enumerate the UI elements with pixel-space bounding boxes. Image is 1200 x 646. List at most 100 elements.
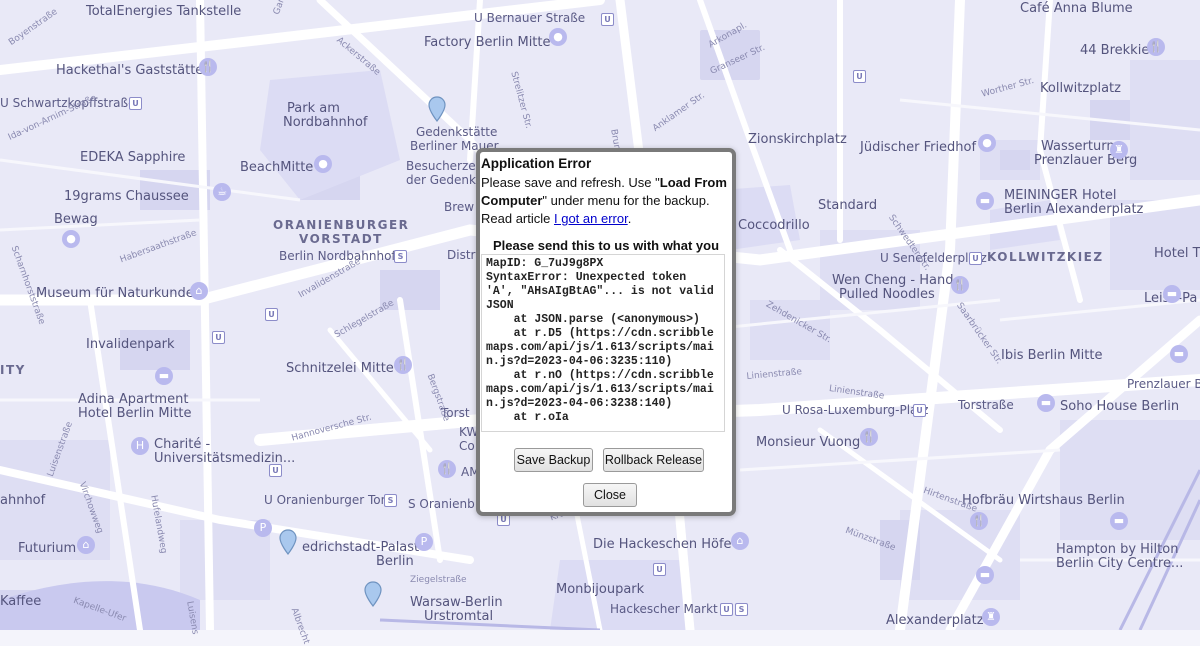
map-label[interactable]: Hampton by Hilton (1056, 543, 1178, 557)
hotel-icon[interactable]: ▬ (976, 192, 994, 210)
place-icon[interactable]: ● (978, 134, 996, 152)
museum-icon[interactable]: ⌂ (77, 536, 95, 554)
restaurant-icon[interactable]: 🍴 (438, 460, 456, 478)
ubahn-station-icon[interactable]: U (720, 603, 733, 616)
hotel-icon[interactable]: ▬ (1110, 512, 1128, 530)
article-link[interactable]: I got an error (554, 211, 628, 226)
map-label[interactable]: Warsaw-Berlin (410, 596, 503, 610)
restaurant-icon[interactable]: 🍴 (1147, 38, 1165, 56)
map-label[interactable]: Berlin Nordbahnhof (279, 249, 396, 263)
hotel-icon[interactable]: ▬ (976, 566, 994, 584)
map-label[interactable]: Museum für Naturkunde (36, 287, 194, 301)
ubahn-station-icon[interactable]: U (265, 308, 278, 321)
map-label[interactable]: EDEKA Sapphire (80, 151, 185, 165)
close-button[interactable]: Close (583, 483, 637, 507)
map-label[interactable]: ORANIENBURGER (273, 218, 409, 232)
map-label[interactable]: Brew (444, 200, 474, 214)
map-label[interactable]: Gedenkstätte (416, 125, 497, 139)
map-label[interactable]: Alexanderplatz (886, 614, 984, 628)
map-pin-icon[interactable] (428, 96, 446, 122)
restaurant-icon[interactable]: 🍴 (951, 276, 969, 294)
map-label[interactable]: Wasserturm (1041, 140, 1119, 154)
map-label[interactable]: 19grams Chaussee (64, 190, 189, 204)
map-pin-icon[interactable] (279, 529, 297, 555)
ubahn-station-icon[interactable]: S (735, 603, 748, 616)
ubahn-station-icon[interactable]: U (269, 464, 282, 477)
map-label[interactable]: edrichstadt-Palast (302, 541, 419, 555)
map-label[interactable]: Besucherze (406, 159, 476, 173)
ubahn-station-icon[interactable]: U (969, 252, 982, 265)
ubahn-station-icon[interactable]: S (394, 250, 407, 263)
map-label[interactable]: Park am (287, 102, 340, 116)
map-label[interactable]: Nordbahnhof (283, 116, 368, 130)
map-label[interactable]: Invalidenpark (86, 338, 175, 352)
museum-icon[interactable]: ⌂ (190, 282, 208, 300)
parking-icon[interactable]: P (254, 519, 272, 537)
map-label[interactable]: Kaffee (0, 595, 41, 609)
map-label[interactable]: U Oranienburger Tor (264, 493, 386, 507)
hotel-icon[interactable]: ▬ (1037, 394, 1055, 412)
place-icon[interactable]: ● (549, 28, 567, 46)
map-label[interactable]: Urstromtal (424, 610, 493, 624)
map-label[interactable]: Prenzlauer Berg (1127, 377, 1200, 391)
map-label[interactable]: U Rosa-Luxemburg-Platz (782, 403, 928, 417)
map-label[interactable]: Adina Apartment (78, 393, 188, 407)
hospital-icon[interactable]: H (131, 437, 149, 455)
map-label[interactable]: Co (459, 439, 475, 453)
map-label[interactable]: Kollwitzplatz (1040, 82, 1121, 96)
map-label[interactable]: Bewag (54, 213, 98, 227)
map-label[interactable]: Coccodrillo (738, 219, 810, 233)
map-label[interactable]: Soho House Berlin (1060, 400, 1179, 414)
hotel-icon[interactable]: ▬ (1170, 345, 1188, 363)
map-label[interactable]: Schnitzelei Mitte (286, 362, 394, 376)
ubahn-station-icon[interactable]: U (601, 13, 614, 26)
map-label[interactable]: 44 Brekkie (1080, 44, 1149, 58)
map-label[interactable]: Berlin Alexanderplatz (1004, 203, 1143, 217)
map-label[interactable]: Charité - (154, 438, 210, 452)
ubahn-station-icon[interactable]: U (212, 331, 225, 344)
parking-icon[interactable]: P (415, 533, 433, 551)
map-label[interactable]: Hackethal's Gaststätte (56, 64, 203, 78)
map-label[interactable]: Berlin (376, 555, 414, 569)
map-label[interactable]: Ibis Berlin Mitte (1001, 349, 1102, 363)
map-label[interactable]: Hotel Berlin Mitte (78, 407, 191, 421)
map-label[interactable]: Torstraße (958, 398, 1014, 412)
map-label[interactable]: Berlin City Centre... (1056, 557, 1183, 571)
map-pin-icon[interactable] (364, 581, 382, 607)
map-label[interactable]: S Oranienb (408, 497, 475, 511)
landmark-icon[interactable]: ⌂ (731, 532, 749, 550)
ubahn-station-icon[interactable]: U (913, 404, 926, 417)
map-label[interactable]: Monbijoupark (556, 583, 644, 597)
map-label[interactable]: MEININGER Hotel (1004, 189, 1116, 203)
restaurant-icon[interactable]: 🍴 (970, 512, 988, 530)
map-label[interactable]: Factory Berlin Mitte (424, 36, 551, 50)
map-label[interactable]: ITY (0, 363, 26, 377)
ubahn-station-icon[interactable]: U (853, 70, 866, 83)
monument-icon[interactable]: ♜ (1110, 141, 1128, 159)
rollback-release-button[interactable]: Rollback Release (603, 448, 704, 472)
map-label[interactable]: Hofbräu Wirtshaus Berlin (962, 494, 1125, 508)
map-label[interactable]: VORSTADT (299, 232, 383, 246)
map-label[interactable]: Wen Cheng - Hand (832, 274, 953, 288)
map-label[interactable]: Monsieur Vuong (756, 436, 860, 450)
ubahn-station-icon[interactable]: U (129, 97, 142, 110)
save-backup-button[interactable]: Save Backup (514, 448, 593, 472)
map-label[interactable]: KOLLWITZKIEZ (987, 250, 1104, 264)
map-label[interactable]: Jüdischer Friedhof (860, 141, 976, 155)
map-label[interactable]: Café Anna Blume (1020, 2, 1133, 16)
error-trace-textarea[interactable]: MapID: G_7uJ9g8PX SyntaxError: Unexpecte… (481, 254, 725, 432)
place-icon[interactable]: ● (62, 230, 80, 248)
map-label[interactable]: Pulled Noodles (839, 288, 935, 302)
map-label[interactable]: BeachMitte (240, 161, 313, 175)
restaurant-icon[interactable]: 🍴 (860, 428, 878, 446)
map-label[interactable]: Zionskirchplatz (748, 133, 847, 147)
map-label[interactable]: Die Hackeschen Höfe (593, 538, 732, 552)
map-label[interactable]: Futurium (18, 542, 76, 556)
restaurant-icon[interactable]: 🍴 (394, 356, 412, 374)
map-label[interactable]: der Gedenk (406, 173, 476, 187)
ubahn-station-icon[interactable]: U (653, 563, 666, 576)
hotel-icon[interactable]: ▬ (1163, 285, 1181, 303)
map-label[interactable]: Distr (447, 248, 475, 262)
map-label[interactable]: TotalEnergies Tankstelle (86, 5, 241, 19)
ubahn-station-icon[interactable]: S (384, 494, 397, 507)
